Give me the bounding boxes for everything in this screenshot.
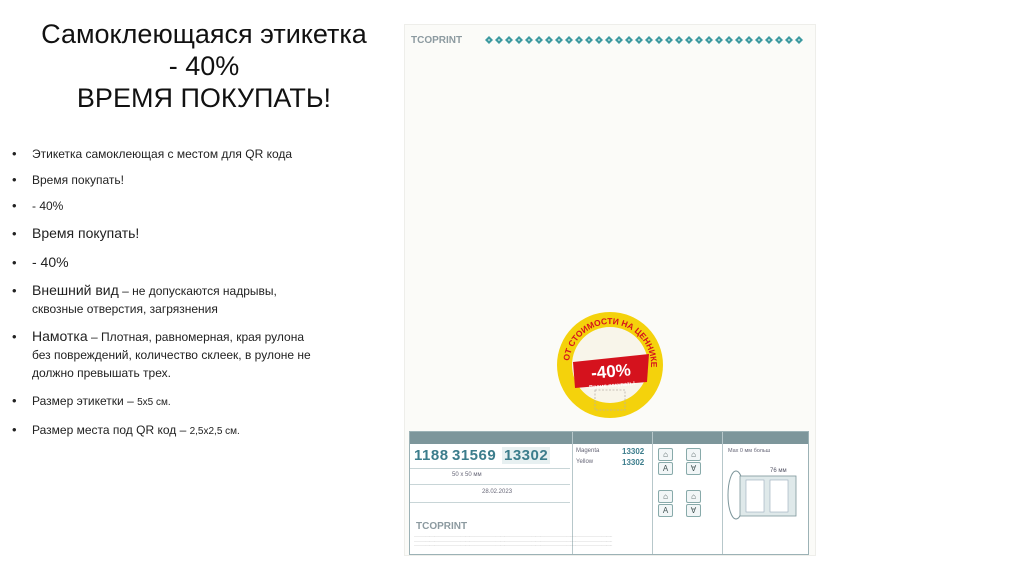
bullet-4: Время покупать! (12, 224, 312, 243)
code-2: 31569 (452, 447, 497, 464)
label-size: 50 x 50 мм (452, 472, 482, 478)
roll-direction-6: ⌂ (686, 490, 701, 503)
title-line-1: Самоклеющаяся этикетка (41, 19, 367, 49)
yellow-value: 13302 (622, 458, 645, 467)
bullet-9-head: Размер места под QR код – (32, 423, 190, 437)
label-frame-1 (745, 479, 765, 513)
bullet-2: Время покупать! (12, 172, 312, 188)
bullet-7-head: Намотка (32, 328, 88, 344)
bullet-6-head: Внешний вид (32, 282, 119, 298)
tcoprint-logo-text: TCOPRINT (411, 35, 462, 46)
bullet-3: - 40% (12, 198, 312, 214)
bullet-8-head: Размер этикетки – (32, 394, 138, 408)
bullet-6: Внешний вид – не допускаются надрывы, ск… (12, 282, 312, 318)
bullet-5: - 40% (12, 253, 312, 272)
title-line-2: - 40% (168, 51, 240, 81)
bullet-7: Намотка – Плотная, равномерная, края рул… (12, 328, 312, 382)
bullet-1: Этикетка самоклеющая с местом для QR код… (12, 146, 312, 162)
bullet-8-tail: 5х5 см. (137, 397, 171, 408)
dim-note: 76 мм (770, 468, 787, 474)
tcoprint-logo: TCOPRINT (411, 35, 462, 46)
roll-direction-4: ∀ (686, 462, 701, 475)
spec-table: 1188 31569 13302 Magenta 13302 Yellow 13… (409, 431, 809, 555)
roll-direction-1: ⌂ (658, 448, 673, 461)
bullet-9: Размер места под QR код – 2,5х2,5 см. (12, 421, 312, 440)
code-3: 13302 (502, 447, 551, 464)
date: 28.02.2023 (482, 489, 513, 495)
bullet-9-tail: 2,5х2,5 см. (189, 426, 240, 437)
roll-direction-3: A (658, 462, 673, 475)
magenta-label: Magenta (576, 448, 600, 454)
sticker-discount-text: -40% (590, 360, 631, 382)
roll-direction-2: ⌂ (686, 448, 701, 461)
slide-title: Самоклеющаяся этикетка - 40% ВРЕМЯ ПОКУП… (18, 18, 390, 114)
title-line-3: ВРЕМЯ ПОКУПАТЬ! (76, 83, 332, 113)
slide: Самоклеющаяся этикетка - 40% ВРЕМЯ ПОКУП… (0, 0, 1024, 574)
roll-direction-5: ⌂ (658, 490, 673, 503)
table-footer-text: ........................................… (414, 534, 613, 547)
svg-text:TCOPRINT: TCOPRINT (416, 521, 467, 532)
roll-direction-7: A (658, 504, 673, 517)
bullet-8: Размер этикетки – 5х5 см. (12, 392, 312, 411)
roll-direction-8: ∀ (686, 504, 701, 517)
roll-diagram: 76 мм (727, 468, 797, 520)
table-header (410, 432, 808, 444)
magenta-value: 13302 (622, 447, 645, 456)
label-frame-2 (769, 479, 789, 513)
ornament-border (485, 36, 803, 44)
width-note: Max 0 мм больш (728, 448, 771, 454)
bullet-list: Этикетка самоклеющая с местом для QR код… (12, 146, 312, 450)
tcoprint-logo-bottom: TCOPRINT (416, 521, 467, 532)
label-sheet-image: TCOPRINT ОТ СТОИМОСТИ НА ЦЕННИКЕ -40% Вр… (404, 24, 816, 556)
code-1: 1188 (414, 447, 449, 464)
yellow-label: Yellow (576, 459, 594, 465)
discount-sticker: ОТ СТОИМОСТИ НА ЦЕННИКЕ -40% Время покуп… (557, 312, 663, 418)
